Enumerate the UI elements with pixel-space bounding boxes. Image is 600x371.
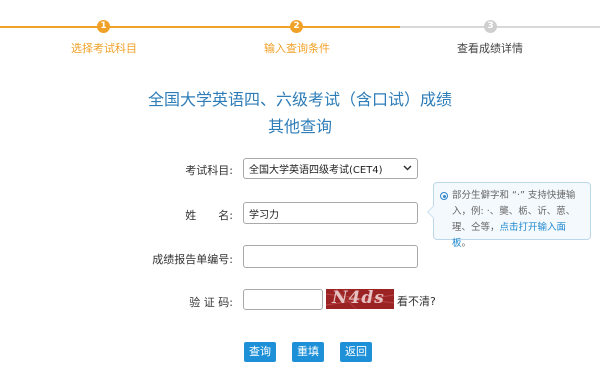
step-line-done [0,26,400,28]
report-number-input[interactable] [243,245,418,268]
name-input[interactable]: 学习力 [243,202,418,224]
step-3-circle: 3 [484,20,497,33]
reset-button[interactable]: 重填 [292,342,324,362]
subject-label: 考试科目: [185,164,233,177]
page-title: 全国大学英语四、六级考试（含口试）成绩 [147,90,452,109]
subject-select[interactable]: 全国大学英语四级考试(CET4) [243,158,418,179]
name-label: 姓 名: [185,209,233,222]
step-1-circle: 1 [97,20,110,33]
captcha-image[interactable]: N4ds [326,289,394,309]
step-progress-bar: 1 选择考试科目 2 输入查询条件 3 查看成绩详情 [0,0,600,60]
captcha-label: 验 证 码: [189,296,233,309]
tip-arrow-inner [428,206,434,218]
step-2-label: 输入查询条件 [264,42,330,55]
radio-dot-icon [440,192,448,200]
input-tip-box: 部分生僻字和 “·” 支持快捷输入，例: ·、龑、栃、䜣、葸、瑆、仝等，点击打开… [427,182,591,249]
captcha-text: N4ds [332,289,385,308]
chevron-down-icon [403,164,412,174]
report-number-label: 成绩报告单编号: [152,253,233,266]
step-3-label: 查看成绩详情 [457,42,523,55]
subject-select-value: 全国大学英语四级考试(CET4) [249,165,383,176]
step-2-circle: 2 [290,20,303,33]
tip-end: 。 [461,238,472,249]
back-button[interactable]: 返回 [340,342,372,362]
captcha-input[interactable] [243,289,323,310]
step-1-label: 选择考试科目 [71,42,137,55]
step-line-pending [400,26,600,28]
page-subtitle: 其他查询 [267,117,332,136]
captcha-refresh-link[interactable]: 看不清? [397,293,436,309]
query-button[interactable]: 查询 [244,342,276,362]
